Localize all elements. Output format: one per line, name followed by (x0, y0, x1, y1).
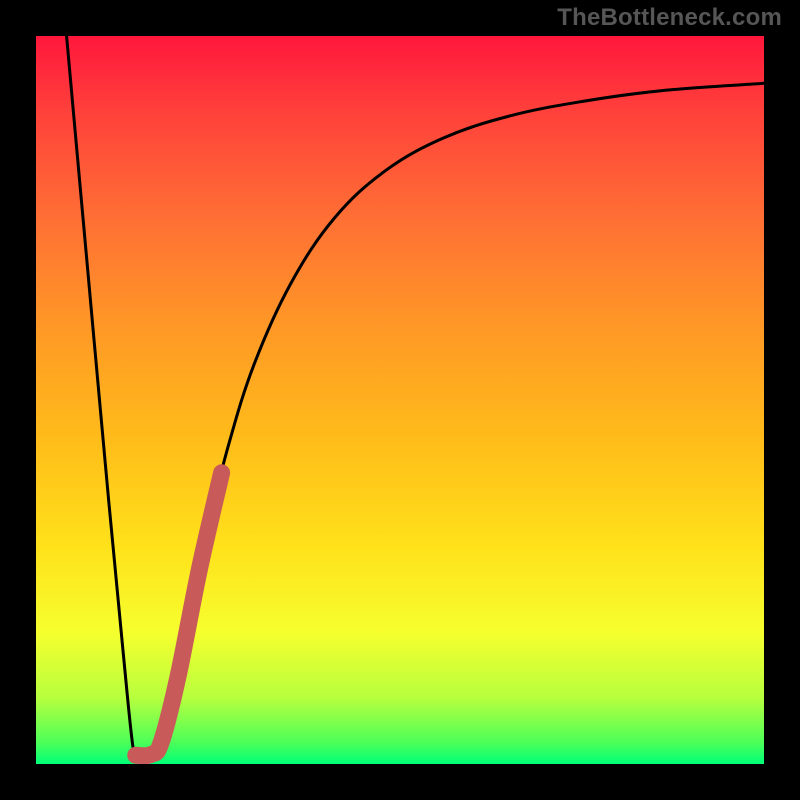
bottleneck-curve (67, 36, 764, 757)
plot-area (36, 36, 764, 764)
curve-layer (36, 36, 764, 764)
chart-frame: TheBottleneck.com (0, 0, 800, 800)
watermark-text: TheBottleneck.com (557, 4, 782, 32)
highlight-segment (136, 473, 222, 756)
